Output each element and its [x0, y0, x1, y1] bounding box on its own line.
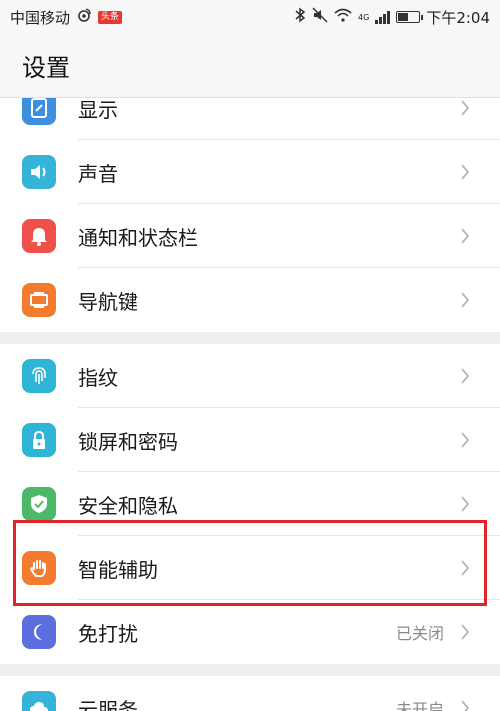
toutiao-badge: 头条 [98, 10, 123, 24]
settings-item-label: 声音 [78, 161, 118, 186]
bell-icon [22, 219, 56, 253]
status-left: 中国移动 头条 [10, 7, 123, 28]
settings-item-label: 指纹 [78, 365, 118, 390]
settings-item-label: 导航键 [78, 289, 138, 314]
settings-item-fingerprint[interactable]: 指纹 [0, 344, 500, 408]
chevron-right-icon [452, 163, 478, 181]
clock: 下午2:04 [426, 8, 490, 27]
moon-icon [22, 615, 56, 649]
signal-icon [375, 10, 391, 24]
settings-item-navigation-key[interactable]: 导航键 [0, 268, 500, 332]
chevron-right-icon [452, 99, 478, 117]
settings-list[interactable]: 显示 声音 通知和状态栏 导航键 指纹 锁屏和密码 安全和隐私 智能辅助 免打扰… [0, 98, 500, 711]
settings-item-security-privacy[interactable]: 安全和隐私 [0, 472, 500, 536]
settings-item-notifications[interactable]: 通知和状态栏 [0, 204, 500, 268]
settings-item-smart-assist[interactable]: 智能辅助 [0, 536, 500, 600]
settings-item-label: 安全和隐私 [78, 493, 178, 518]
status-bar: 中国移动 头条 4G 下午2:04 [0, 0, 500, 34]
settings-item-sound[interactable]: 声音 [0, 140, 500, 204]
page-title: 设置 [0, 34, 500, 98]
speaker-icon [22, 155, 56, 189]
chevron-right-icon [452, 431, 478, 449]
lock-icon [22, 423, 56, 457]
hand-icon [22, 551, 56, 585]
settings-group-cloud: 云服务 未开启 [0, 676, 500, 711]
chevron-right-icon [452, 367, 478, 385]
shield-icon [22, 487, 56, 521]
wifi-icon [334, 8, 352, 26]
settings-item-value: 未开启 [395, 700, 444, 711]
settings-group-display: 显示 声音 通知和状态栏 导航键 [0, 98, 500, 332]
chevron-right-icon [452, 495, 478, 513]
settings-item-label: 智能辅助 [78, 557, 158, 582]
battery-icon [396, 11, 424, 23]
network-type: 4G [358, 12, 370, 22]
display-icon [22, 98, 56, 125]
status-right: 4G 下午2:04 [294, 7, 490, 28]
chevron-right-icon [452, 291, 478, 309]
settings-item-label: 免打扰 [78, 621, 138, 646]
chevron-right-icon [452, 699, 478, 711]
settings-item-value: 已关闭 [395, 624, 444, 643]
settings-item-label: 显示 [78, 98, 118, 122]
navigation-key-icon [22, 283, 56, 317]
settings-item-label: 通知和状态栏 [78, 225, 198, 250]
settings-item-lock-screen[interactable]: 锁屏和密码 [0, 408, 500, 472]
settings-item-label: 锁屏和密码 [78, 429, 178, 454]
cloud-icon [22, 691, 56, 711]
settings-item-display[interactable]: 显示 [0, 98, 500, 140]
bluetooth-icon [294, 7, 306, 27]
mute-icon [312, 7, 328, 27]
carrier-name: 中国移动 [10, 8, 71, 27]
weibo-icon [76, 7, 92, 27]
chevron-right-icon [452, 227, 478, 245]
settings-group-security: 指纹 锁屏和密码 安全和隐私 智能辅助 免打扰 已关闭 [0, 344, 500, 664]
settings-item-do-not-disturb[interactable]: 免打扰 已关闭 [0, 600, 500, 664]
chevron-right-icon [452, 623, 478, 641]
chevron-right-icon [452, 559, 478, 577]
fingerprint-icon [22, 359, 56, 393]
settings-item-label: 云服务 [78, 697, 138, 711]
settings-item-cloud-service[interactable]: 云服务 未开启 [0, 676, 500, 711]
